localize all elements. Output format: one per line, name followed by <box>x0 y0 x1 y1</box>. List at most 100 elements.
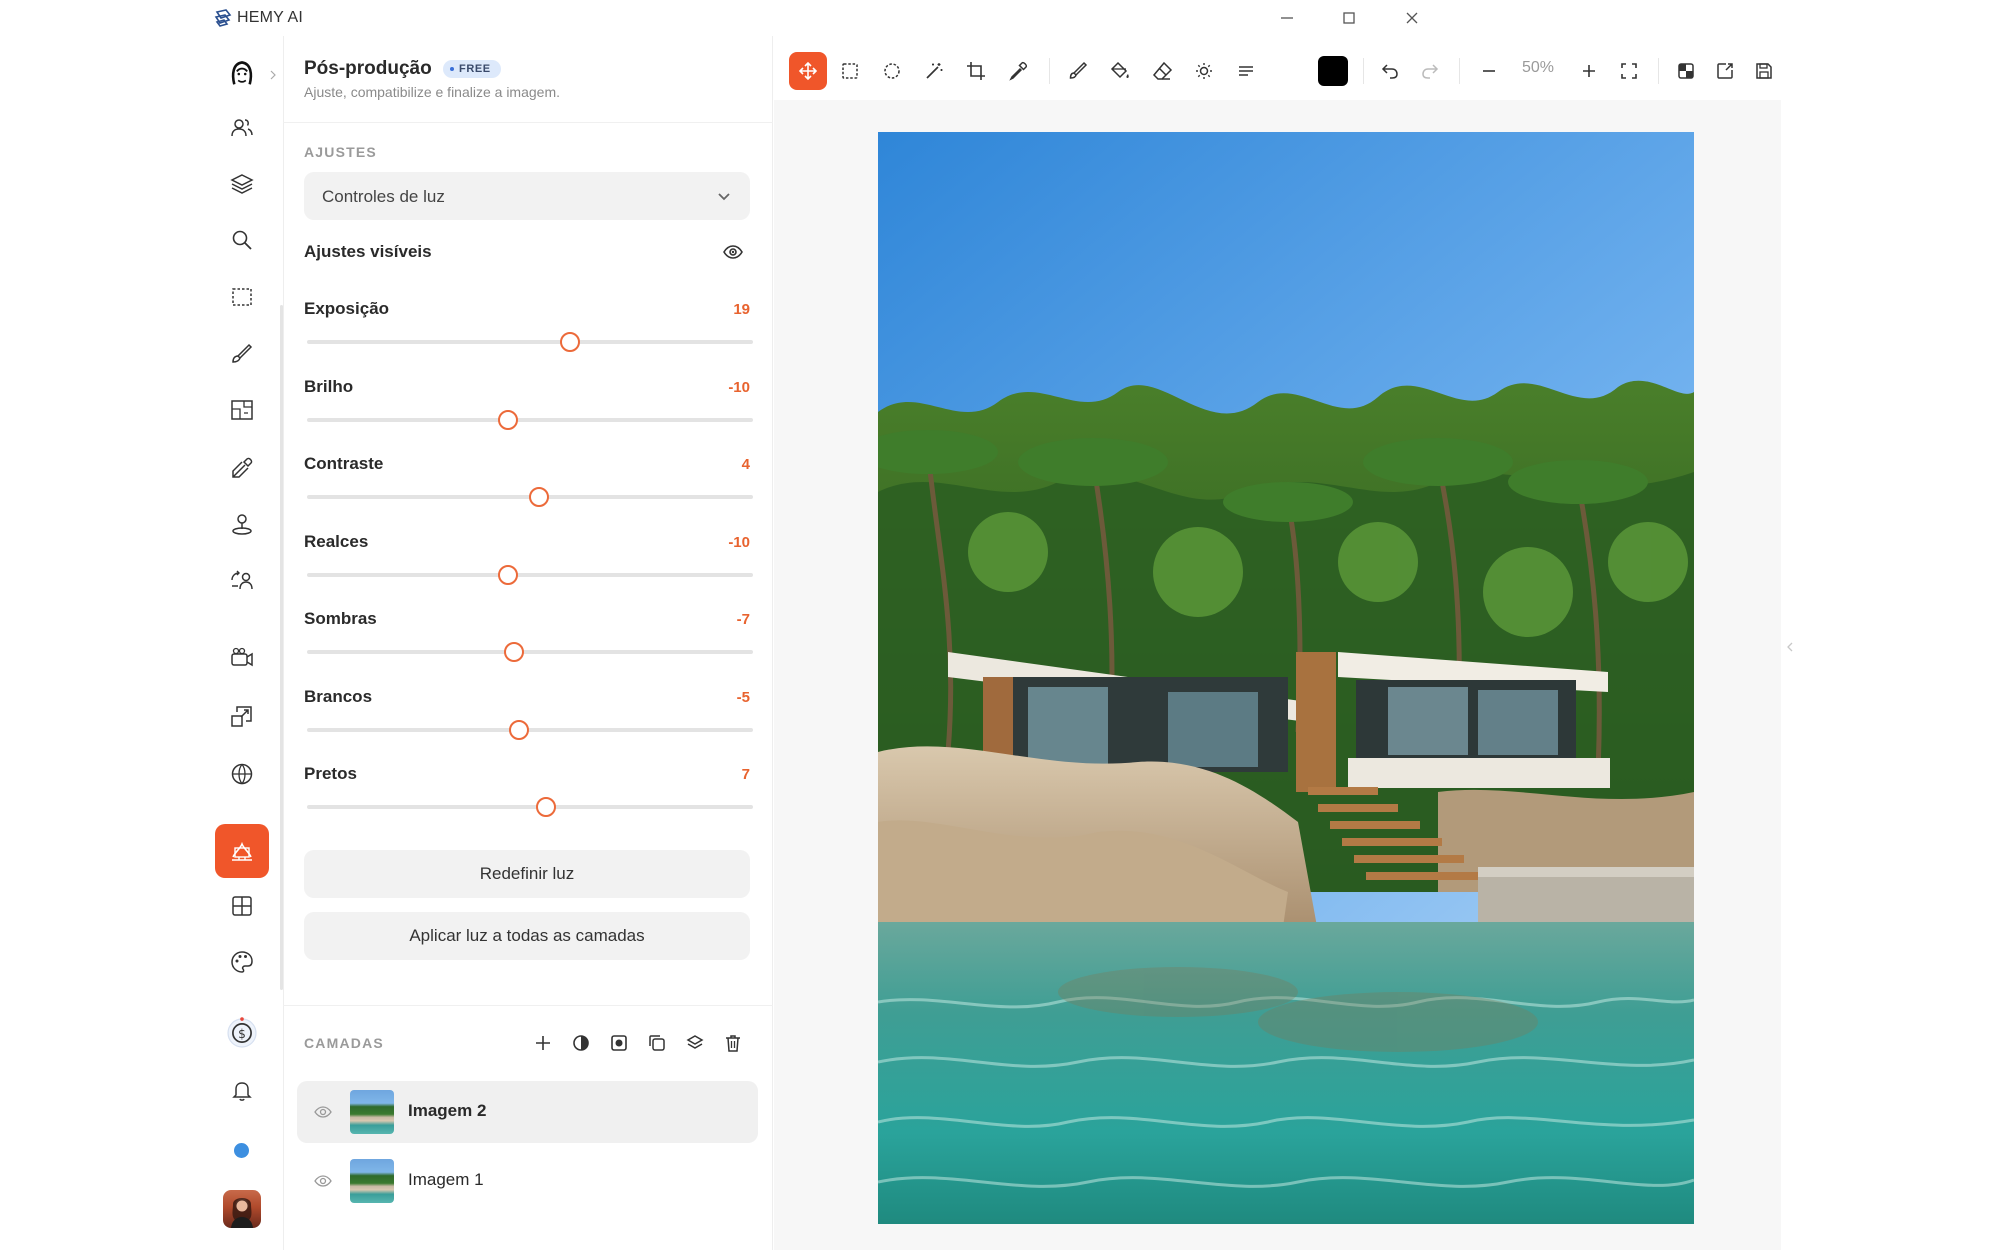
adjustments-section-label: AJUSTES <box>304 144 377 160</box>
slider-label: Realces <box>304 532 369 551</box>
profile-avatar-icon[interactable] <box>224 56 260 92</box>
slider-track[interactable] <box>307 650 753 654</box>
apply-light-all-layers-button[interactable]: Aplicar luz a todas as camadas <box>304 912 750 960</box>
toolbar-separator <box>1363 58 1364 84</box>
layer-mask-icon[interactable] <box>608 1032 630 1054</box>
ellipse-select-icon[interactable] <box>873 52 911 90</box>
slider-track[interactable] <box>307 418 753 422</box>
text-align-icon[interactable] <box>1227 52 1265 90</box>
slider-thumb[interactable] <box>509 720 529 740</box>
search-icon[interactable] <box>224 222 260 258</box>
slider-thumb[interactable] <box>498 565 518 585</box>
swap-people-icon[interactable] <box>224 564 260 600</box>
app-title: HEMY AI <box>237 9 304 26</box>
eye-icon[interactable] <box>313 1171 333 1191</box>
eye-icon[interactable] <box>313 1102 333 1122</box>
fill-bucket-icon[interactable] <box>1101 52 1139 90</box>
slider-thumb[interactable] <box>560 332 580 352</box>
layers-section-label: CAMADAS <box>304 1035 384 1051</box>
slider-value: -5 <box>736 689 750 706</box>
slider-label: Sombras <box>304 609 377 628</box>
post-production-tool-button[interactable] <box>215 824 269 878</box>
slider-value: 7 <box>741 766 750 783</box>
floor-plan-icon[interactable] <box>224 392 260 428</box>
layers-icon[interactable] <box>224 166 260 202</box>
crop-icon[interactable] <box>957 52 995 90</box>
toolbar-separator <box>1658 58 1659 84</box>
layer-name: Imagem 1 <box>408 1170 484 1189</box>
plan-badge: FREE <box>443 60 501 78</box>
credits-coin-icon[interactable]: $ <box>224 1015 260 1051</box>
layer-item[interactable]: Imagem 1 <box>297 1150 758 1212</box>
adjustment-layer-icon[interactable] <box>570 1032 592 1054</box>
users-icon[interactable] <box>224 110 260 146</box>
move-tool-button[interactable] <box>789 52 827 90</box>
slider-value: 19 <box>733 301 750 318</box>
video-camera-icon[interactable] <box>224 640 260 676</box>
globe-icon[interactable] <box>224 756 260 792</box>
slider-value: -10 <box>728 379 750 396</box>
minimize-icon[interactable] <box>1275 6 1299 30</box>
layer-item[interactable]: Imagem 2 <box>297 1081 758 1143</box>
bell-icon[interactable] <box>224 1072 260 1108</box>
slider-track[interactable] <box>307 573 753 577</box>
slider-track[interactable] <box>307 805 753 809</box>
slider-track[interactable] <box>307 340 753 344</box>
slider-thumb[interactable] <box>529 487 549 507</box>
slider-label: Exposição <box>304 299 390 318</box>
color-picker-icon[interactable] <box>999 52 1037 90</box>
canvas-image[interactable] <box>878 132 1694 1224</box>
brush-tool-icon[interactable] <box>224 336 260 372</box>
close-icon[interactable] <box>1400 6 1424 30</box>
slider-thumb[interactable] <box>536 797 556 817</box>
merge-layers-icon[interactable] <box>684 1032 706 1054</box>
title-bar: HEMY AI <box>205 0 1785 36</box>
maximize-icon[interactable] <box>1337 6 1361 30</box>
slider-value: -10 <box>728 534 750 551</box>
eyedropper-icon[interactable] <box>224 450 260 486</box>
layer-name: Imagem 2 <box>408 1101 487 1120</box>
compare-icon[interactable] <box>1667 52 1705 90</box>
panel-title: Pós-produção <box>304 58 432 79</box>
location-pin-icon[interactable] <box>224 506 260 542</box>
upscale-icon[interactable] <box>224 698 260 734</box>
slider-value: 4 <box>741 456 750 473</box>
chevron-down-icon <box>716 188 732 204</box>
zoom-level: 50% <box>1521 59 1555 76</box>
divider <box>283 122 773 123</box>
user-avatar[interactable] <box>223 1190 261 1228</box>
magic-wand-icon[interactable] <box>915 52 953 90</box>
layer-thumbnail <box>350 1090 394 1134</box>
add-layer-icon[interactable] <box>532 1032 554 1054</box>
adjustment-preset-select[interactable]: Controles de luz <box>304 172 750 220</box>
redo-icon[interactable] <box>1411 52 1449 90</box>
slider-thumb[interactable] <box>498 410 518 430</box>
export-icon[interactable] <box>1706 52 1744 90</box>
color-swatch[interactable] <box>1318 56 1348 86</box>
save-icon[interactable] <box>1745 52 1783 90</box>
eye-icon[interactable] <box>722 241 744 263</box>
rect-select-icon[interactable] <box>831 52 869 90</box>
divider <box>283 1005 773 1006</box>
toolbar-separator <box>1459 58 1460 84</box>
chevron-right-icon[interactable] <box>268 70 278 80</box>
eraser-icon[interactable] <box>1143 52 1181 90</box>
palette-icon[interactable] <box>224 944 260 980</box>
reset-light-button[interactable]: Redefinir luz <box>304 850 750 898</box>
slider-value: -7 <box>736 611 750 628</box>
visible-adjustments-label: Ajustes visíveis <box>304 242 432 261</box>
zoom-in-icon[interactable] <box>1570 52 1608 90</box>
duplicate-layer-icon[interactable] <box>646 1032 668 1054</box>
fit-screen-icon[interactable] <box>1610 52 1648 90</box>
marquee-select-icon[interactable] <box>224 279 260 315</box>
brush-icon[interactable] <box>1059 52 1097 90</box>
slider-track[interactable] <box>307 728 753 732</box>
slider-thumb[interactable] <box>504 642 524 662</box>
chevron-left-icon[interactable] <box>1783 640 1797 654</box>
grid-layout-icon[interactable] <box>224 888 260 924</box>
light-adjust-icon[interactable] <box>1185 52 1223 90</box>
panel-subtitle: Ajuste, compatibilize e finalize a image… <box>304 84 561 100</box>
undo-icon[interactable] <box>1371 52 1409 90</box>
zoom-out-icon[interactable] <box>1470 52 1508 90</box>
delete-layer-icon[interactable] <box>722 1032 744 1054</box>
